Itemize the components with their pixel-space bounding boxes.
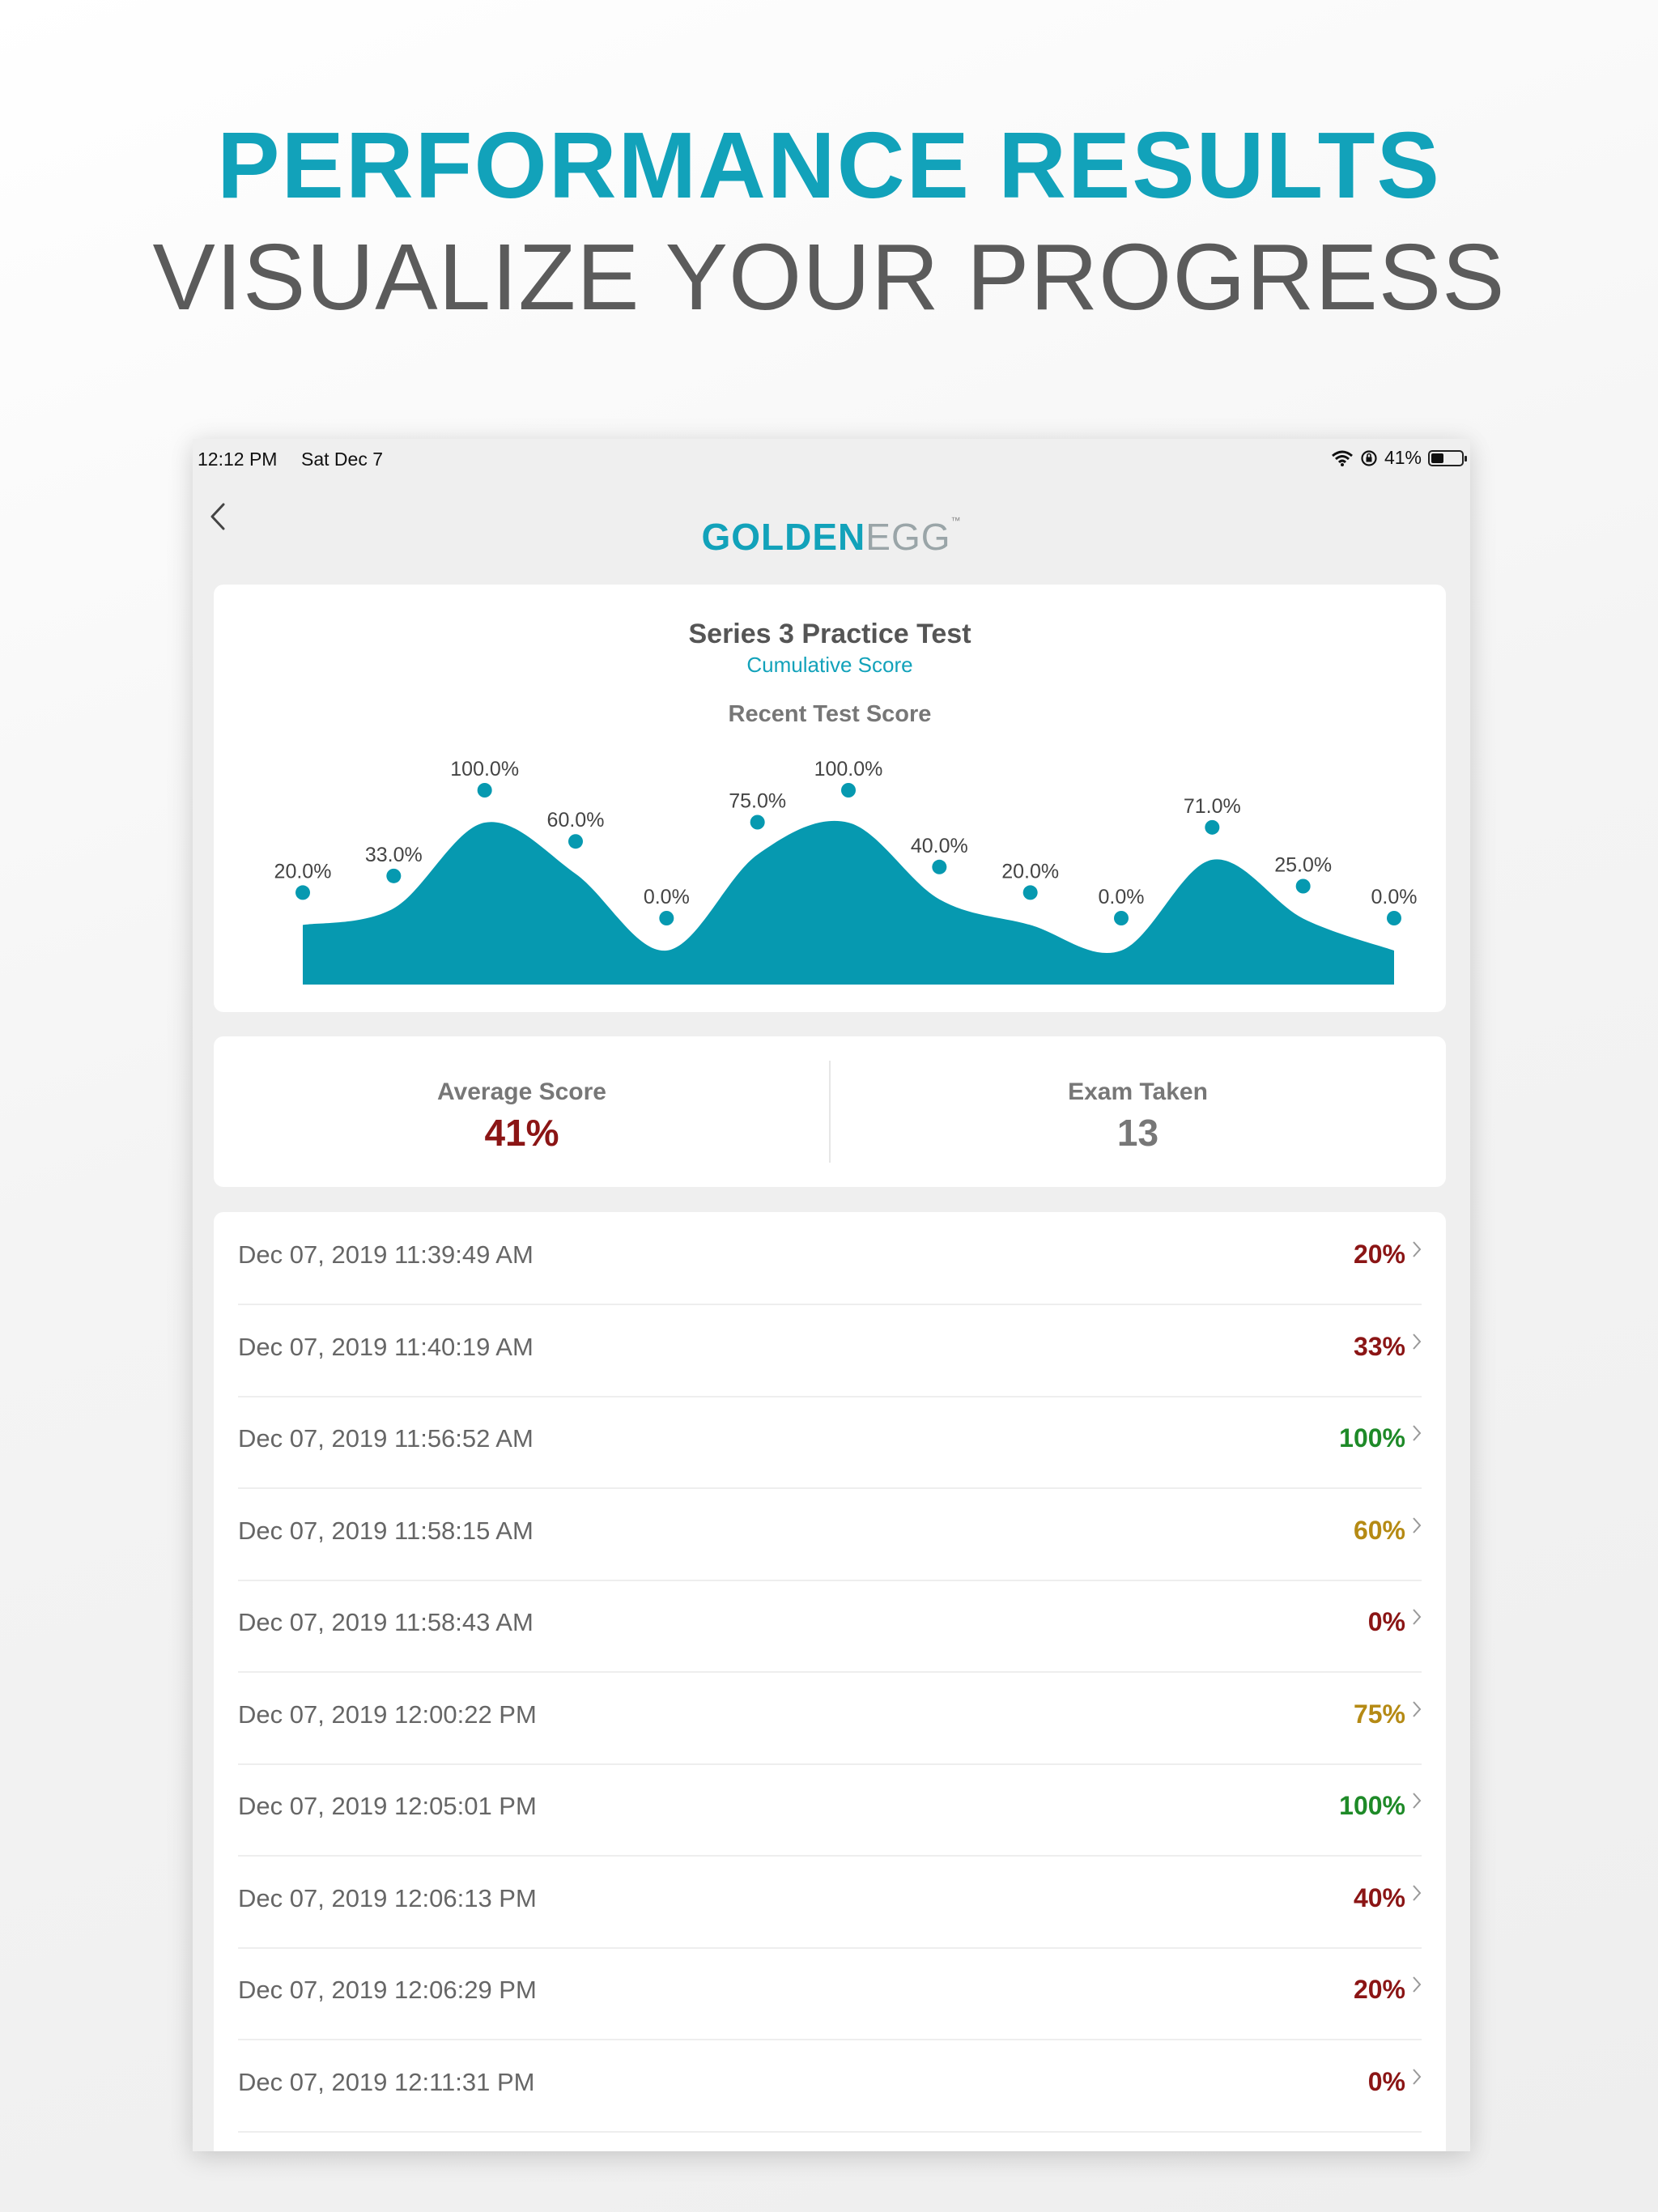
data-label: 100.0% bbox=[450, 758, 519, 781]
tablet-screen: 12:12 PM Sat Dec 7 41% GOLDENEGG™ Series… bbox=[193, 439, 1470, 2151]
stats-card: Average Score 41% Exam Taken 13 bbox=[214, 1036, 1446, 1187]
data-point bbox=[568, 834, 583, 849]
status-time: 12:12 PM bbox=[198, 449, 278, 470]
score-area bbox=[303, 820, 1394, 985]
nav-bar: GOLDENEGG™ bbox=[193, 479, 1470, 576]
result-date: Dec 07, 2019 11:56:52 AM bbox=[238, 1424, 534, 1453]
result-row[interactable]: Dec 07, 2019 12:05:01 PM 100% bbox=[238, 1763, 1422, 1857]
data-point bbox=[932, 859, 947, 874]
result-score: 40% bbox=[1353, 1882, 1405, 1912]
result-date: Dec 07, 2019 11:40:19 AM bbox=[238, 1332, 534, 1361]
chevron-right-icon bbox=[1413, 1700, 1422, 1717]
data-point bbox=[477, 783, 492, 798]
average-score-label: Average Score bbox=[436, 1078, 606, 1105]
orientation-lock-icon bbox=[1361, 449, 1377, 466]
logo-text-golden: GOLDEN bbox=[701, 516, 866, 558]
data-label: 0.0% bbox=[644, 886, 690, 908]
result-score: 0% bbox=[1367, 1607, 1405, 1636]
result-date: Dec 07, 2019 12:05:01 PM bbox=[238, 1792, 537, 1820]
chevron-right-icon bbox=[1413, 1884, 1422, 1901]
result-date: Dec 07, 2019 11:58:15 AM bbox=[238, 1516, 534, 1545]
logo-text-egg: EGG bbox=[865, 516, 951, 558]
chevron-right-icon bbox=[1413, 1516, 1422, 1534]
chevron-right-icon bbox=[1413, 2068, 1422, 2085]
chevron-right-icon bbox=[1413, 1425, 1422, 1441]
result-score: 33% bbox=[1353, 1331, 1405, 1361]
average-score-stat: Average Score 41% bbox=[214, 1036, 830, 1187]
result-row[interactable]: Dec 07, 2019 11:40:19 AM 33% bbox=[238, 1304, 1422, 1397]
result-row[interactable]: Dec 07, 2019 12:11:31 PM 0% bbox=[238, 2040, 1422, 2133]
result-score: 60% bbox=[1353, 1515, 1405, 1545]
data-label: 75.0% bbox=[729, 790, 786, 813]
data-label: 20.0% bbox=[274, 860, 332, 883]
data-label: 60.0% bbox=[547, 809, 605, 832]
result-date: Dec 07, 2019 12:00:22 PM bbox=[238, 1699, 537, 1729]
data-label: 40.0% bbox=[911, 835, 968, 857]
exam-taken-label: Exam Taken bbox=[1068, 1078, 1208, 1105]
result-row[interactable]: Dec 07, 2019 11:58:43 AM 0% bbox=[238, 1580, 1422, 1673]
chevron-right-icon bbox=[1413, 1976, 1422, 1993]
status-date: Sat Dec 7 bbox=[301, 449, 383, 470]
data-label: 100.0% bbox=[814, 758, 883, 781]
battery-level bbox=[1431, 453, 1443, 463]
chevron-right-icon bbox=[1413, 1609, 1422, 1625]
status-bar: 12:12 PM Sat Dec 7 41% bbox=[193, 439, 1470, 479]
result-row[interactable]: Dec 07, 2019 11:39:49 AM 20% bbox=[238, 1212, 1422, 1305]
wifi-icon bbox=[1331, 450, 1353, 466]
result-score: 100% bbox=[1339, 1423, 1405, 1453]
app-logo: GOLDENEGG™ bbox=[193, 515, 1470, 559]
result-date: Dec 07, 2019 11:58:43 AM bbox=[238, 1608, 534, 1636]
headline-title: PERFORMANCE RESULTS bbox=[217, 113, 1441, 218]
exam-taken-value: 13 bbox=[1116, 1112, 1159, 1154]
result-score: 75% bbox=[1353, 1699, 1405, 1729]
data-point bbox=[1387, 911, 1401, 925]
battery-icon bbox=[1428, 449, 1467, 466]
data-label: 20.0% bbox=[1001, 860, 1059, 883]
result-date: Dec 07, 2019 11:39:49 AM bbox=[238, 1240, 534, 1269]
result-date: Dec 07, 2019 12:06:13 PM bbox=[238, 1883, 537, 1912]
battery-percent: 41% bbox=[1384, 447, 1422, 468]
result-row[interactable]: Dec 07, 2019 11:56:52 AM 100% bbox=[238, 1396, 1422, 1489]
data-label: 33.0% bbox=[365, 844, 423, 866]
result-row[interactable]: Dec 07, 2019 12:06:13 PM 40% bbox=[238, 1856, 1422, 1949]
data-point bbox=[750, 815, 765, 830]
result-score: 0% bbox=[1367, 2066, 1405, 2096]
status-indicators: 41% bbox=[1331, 447, 1467, 469]
result-score: 100% bbox=[1339, 1791, 1405, 1820]
data-point bbox=[1295, 878, 1311, 894]
data-point bbox=[295, 885, 310, 900]
data-label: 0.0% bbox=[1099, 886, 1145, 908]
score-area-chart: 20.0% 33.0% 100.0% 60.0% 0.0% 75.0% 100.0% 40.0… bbox=[274, 758, 1418, 985]
data-point bbox=[1022, 885, 1038, 900]
chevron-right-icon bbox=[1413, 1333, 1422, 1350]
data-point bbox=[841, 783, 856, 798]
result-score: 20% bbox=[1353, 1975, 1405, 2004]
data-point bbox=[1205, 819, 1220, 835]
result-row[interactable]: Dec 07, 2019 11:58:15 AM 60% bbox=[238, 1488, 1422, 1581]
logo-trademark: ™ bbox=[950, 515, 962, 526]
data-point bbox=[1114, 911, 1129, 925]
data-point bbox=[386, 868, 402, 883]
chart-card: Series 3 Practice Test Cumulative Score … bbox=[214, 585, 1446, 1012]
average-score-value: 41% bbox=[484, 1112, 559, 1154]
data-label: 0.0% bbox=[1371, 886, 1418, 908]
data-label: 25.0% bbox=[1274, 854, 1332, 877]
result-row[interactable]: Dec 07, 2019 12:00:22 PM 75% bbox=[238, 1672, 1422, 1765]
headline-subtitle: VISUALIZE YOUR PROGRESS bbox=[152, 224, 1506, 330]
chevron-right-icon bbox=[1413, 1793, 1422, 1809]
result-date: Dec 07, 2019 12:11:31 PM bbox=[238, 2067, 535, 2096]
result-date: Dec 07, 2019 12:06:29 PM bbox=[238, 1976, 537, 2004]
chevron-right-icon bbox=[1413, 1241, 1422, 1257]
data-label: 71.0% bbox=[1184, 795, 1241, 818]
data-point bbox=[659, 911, 674, 925]
results-list: Dec 07, 2019 11:39:49 AM 20% Dec 07, 2019 … bbox=[214, 1212, 1446, 2151]
result-row[interactable]: Dec 07, 2019 12:06:29 PM 20% bbox=[238, 1947, 1422, 2040]
result-score: 20% bbox=[1353, 1240, 1405, 1269]
exam-taken-stat: Exam Taken 13 bbox=[830, 1036, 1446, 1187]
